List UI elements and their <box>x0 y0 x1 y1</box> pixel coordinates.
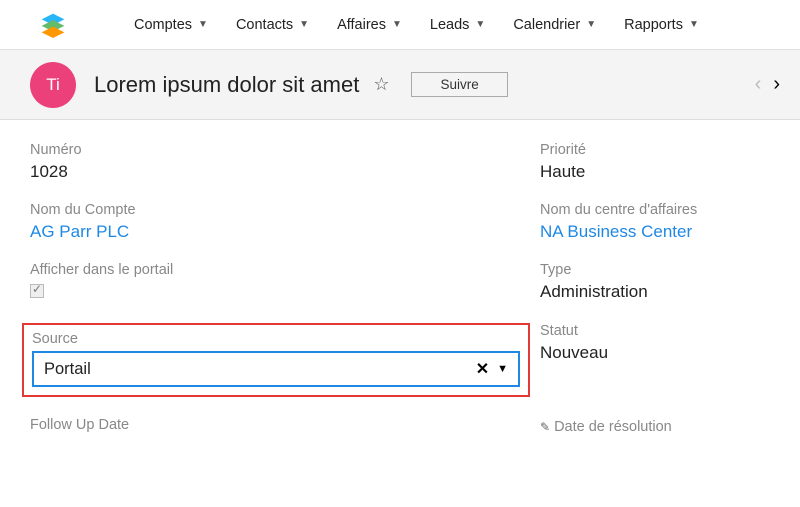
caret-down-icon: ▼ <box>198 19 208 30</box>
caret-down-icon: ▼ <box>689 19 699 30</box>
field-nom-compte: Nom du Compte AG Parr PLC <box>30 202 530 242</box>
app-logo-icon[interactable] <box>40 12 66 38</box>
account-link[interactable]: AG Parr PLC <box>30 222 530 242</box>
field-source-highlight: Source Portail ✕ ▼ <box>22 323 530 397</box>
nav-item-leads[interactable]: Leads▼ <box>416 0 499 50</box>
field-priorite: Priorité Haute <box>540 142 770 182</box>
caret-down-icon: ▼ <box>475 19 485 30</box>
nav-item-rapports[interactable]: Rapports▼ <box>610 0 713 50</box>
detail-grid: Numéro 1028 Priorité Haute Nom du Compte… <box>0 120 800 447</box>
clear-icon[interactable]: ✕ <box>476 359 489 379</box>
field-numero: Numéro 1028 <box>30 142 530 182</box>
caret-down-icon: ▼ <box>392 19 402 30</box>
caret-down-icon: ▼ <box>299 19 309 30</box>
nav-items: Comptes▼ Contacts▼ Affaires▼ Leads▼ Cale… <box>120 0 713 50</box>
star-icon[interactable]: ☆ <box>373 74 389 95</box>
record-header: Ti Lorem ipsum dolor sit amet ☆ Suivre ‹… <box>0 50 800 120</box>
follow-button[interactable]: Suivre <box>411 72 507 97</box>
record-pager: ‹ › <box>755 73 780 96</box>
nav-item-comptes[interactable]: Comptes▼ <box>120 0 222 50</box>
pencil-icon[interactable]: ✎ <box>540 420 550 434</box>
source-combobox[interactable]: Portail ✕ ▼ <box>32 351 520 387</box>
field-type: Type Administration <box>540 262 770 303</box>
field-afficher-portail: Afficher dans le portail <box>30 262 530 303</box>
field-follow-up: Follow Up Date <box>30 417 530 437</box>
field-nom-centre: Nom du centre d'affaires NA Business Cen… <box>540 202 770 242</box>
caret-down-icon[interactable]: ▼ <box>497 363 508 375</box>
business-center-link[interactable]: NA Business Center <box>540 222 770 242</box>
page-title: Lorem ipsum dolor sit amet <box>94 72 359 98</box>
top-nav: Comptes▼ Contacts▼ Affaires▼ Leads▼ Cale… <box>0 0 800 50</box>
field-statut: Statut Nouveau <box>540 323 770 397</box>
portal-checkbox[interactable] <box>30 284 44 298</box>
nav-item-contacts[interactable]: Contacts▼ <box>222 0 323 50</box>
chevron-right-icon[interactable]: › <box>773 73 780 96</box>
nav-item-calendrier[interactable]: Calendrier▼ <box>499 0 610 50</box>
source-value: Portail <box>44 360 476 379</box>
field-date-resolution: ✎ Date de résolution <box>540 417 770 437</box>
avatar: Ti <box>30 62 76 108</box>
caret-down-icon: ▼ <box>586 19 596 30</box>
chevron-left-icon[interactable]: ‹ <box>755 73 762 96</box>
nav-item-affaires[interactable]: Affaires▼ <box>323 0 416 50</box>
